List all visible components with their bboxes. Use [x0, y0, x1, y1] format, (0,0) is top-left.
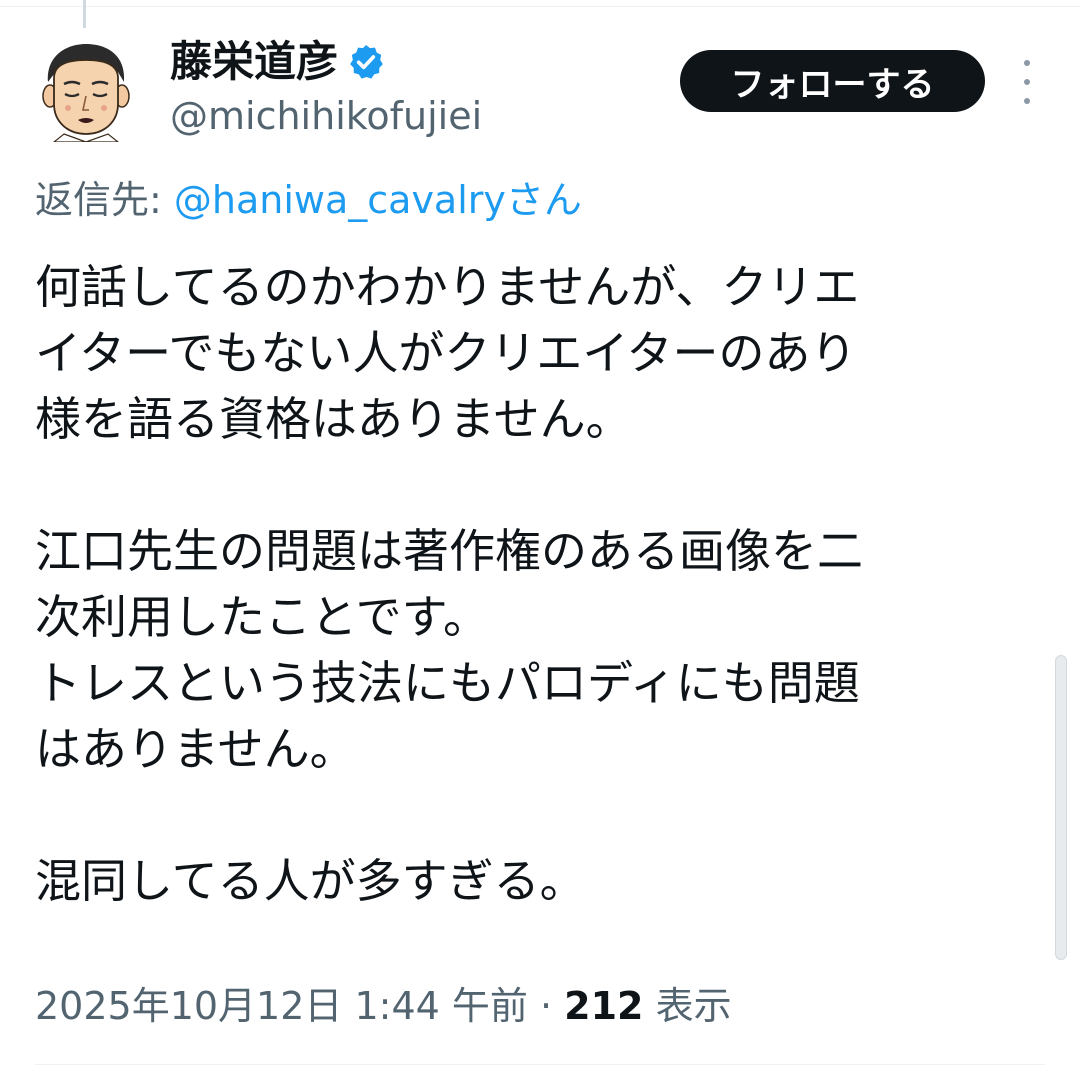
follow-button[interactable]: フォローする [680, 50, 985, 112]
reply-to-line: 返信先: @haniwa_cavalryさん [35, 175, 582, 225]
dot-icon [1024, 79, 1030, 85]
scrollbar-thumb[interactable] [1055, 655, 1067, 960]
tweet-text-line: 何話してるのかわかりませんが、クリエ [35, 260, 860, 314]
verified-badge-icon [350, 45, 383, 79]
views-count: 212 [564, 984, 644, 1028]
tweet-text-line: 次利用したことです。 [35, 590, 490, 644]
tweet-text-line: 様を語る資格はありません。 [35, 392, 632, 446]
name-row: 藤栄道彦 [170, 36, 482, 88]
user-handle[interactable]: @michihikofujiei [170, 92, 482, 140]
meta-separator: · [527, 984, 565, 1028]
author-block: 藤栄道彦 @michihikofujiei [170, 36, 482, 140]
reply-to-prefix: 返信先: [35, 178, 174, 222]
thread-connector-line [83, 0, 86, 28]
avatar[interactable] [38, 38, 134, 142]
tweet-meta: 2025年10月12日 1:44 午前 · 212 表示 [35, 980, 732, 1032]
tweet-text-line: 江口先生の問題は著作権のある画像を二 [35, 524, 863, 578]
reply-mention-link[interactable]: @haniwa_cavalryさん [174, 178, 582, 222]
tweet-text-line: 混同してる人が多すぎる。 [35, 854, 586, 908]
timestamp-link[interactable]: 2025年10月12日 1:44 午前 [35, 984, 528, 1028]
tweet-text-line: イターでもない人がクリエイターのあり [35, 326, 857, 380]
tweet-text-line: トレスという技法にもパロディにも問題 [35, 656, 860, 710]
more-vertical-icon[interactable] [1012, 60, 1042, 104]
tweet-text: 何話してるのかわかりませんが、クリエ イターでもない人がクリエイターのあり 様を… [35, 254, 1035, 914]
bottom-divider [35, 1064, 1045, 1065]
dot-icon [1024, 60, 1030, 66]
display-name[interactable]: 藤栄道彦 [170, 36, 338, 88]
top-divider [0, 6, 1080, 7]
dot-icon [1024, 98, 1030, 104]
tweet-text-line: はありません。 [35, 722, 356, 776]
views-label: 表示 [643, 984, 732, 1028]
